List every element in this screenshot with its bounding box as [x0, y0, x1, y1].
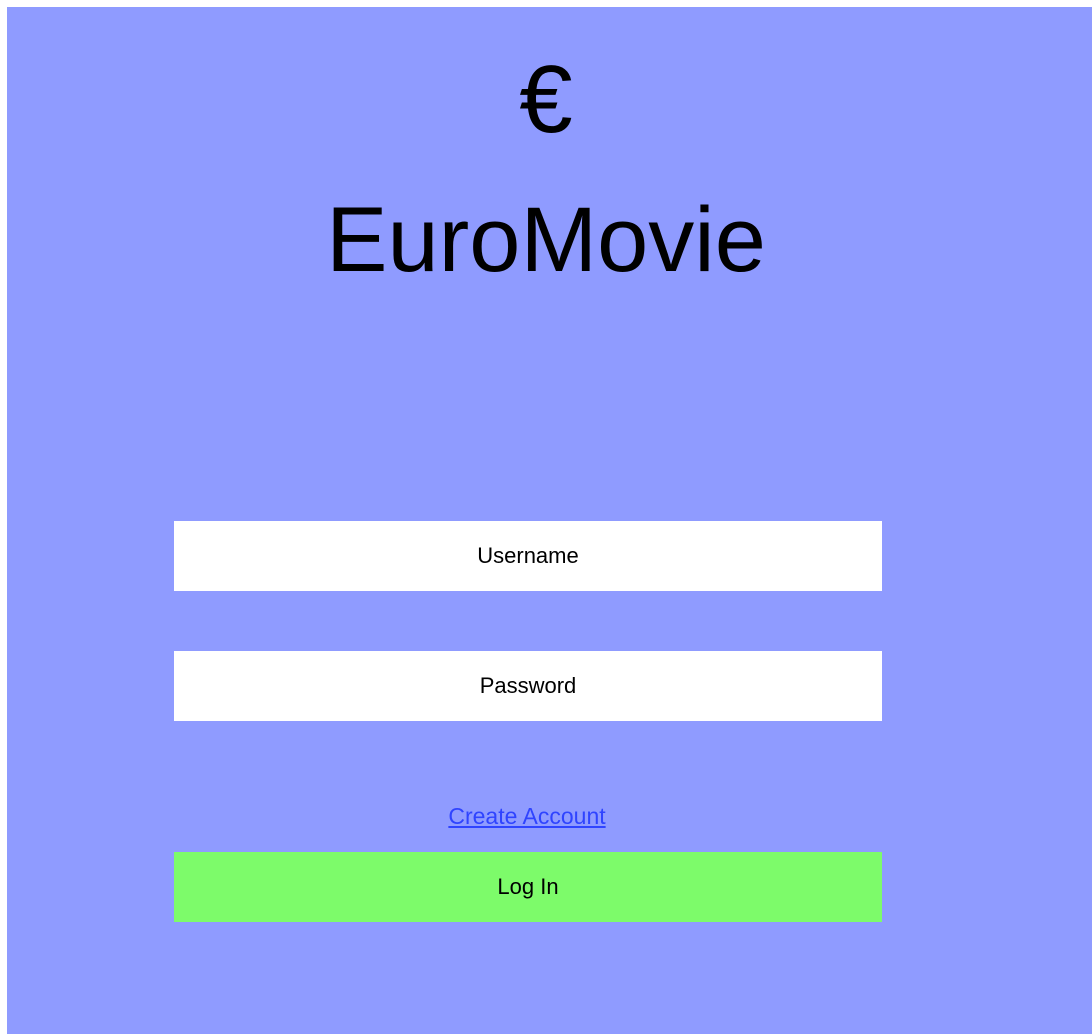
euro-sign-icon: € — [519, 46, 573, 153]
password-field[interactable] — [174, 651, 882, 721]
login-screen: € EuroMovie Create Account Log In — [7, 7, 1092, 1034]
login-button[interactable]: Log In — [174, 852, 882, 922]
app-title: EuroMovie — [326, 189, 766, 291]
username-field[interactable] — [174, 521, 882, 591]
create-account-link[interactable]: Create Account — [7, 801, 1047, 831]
